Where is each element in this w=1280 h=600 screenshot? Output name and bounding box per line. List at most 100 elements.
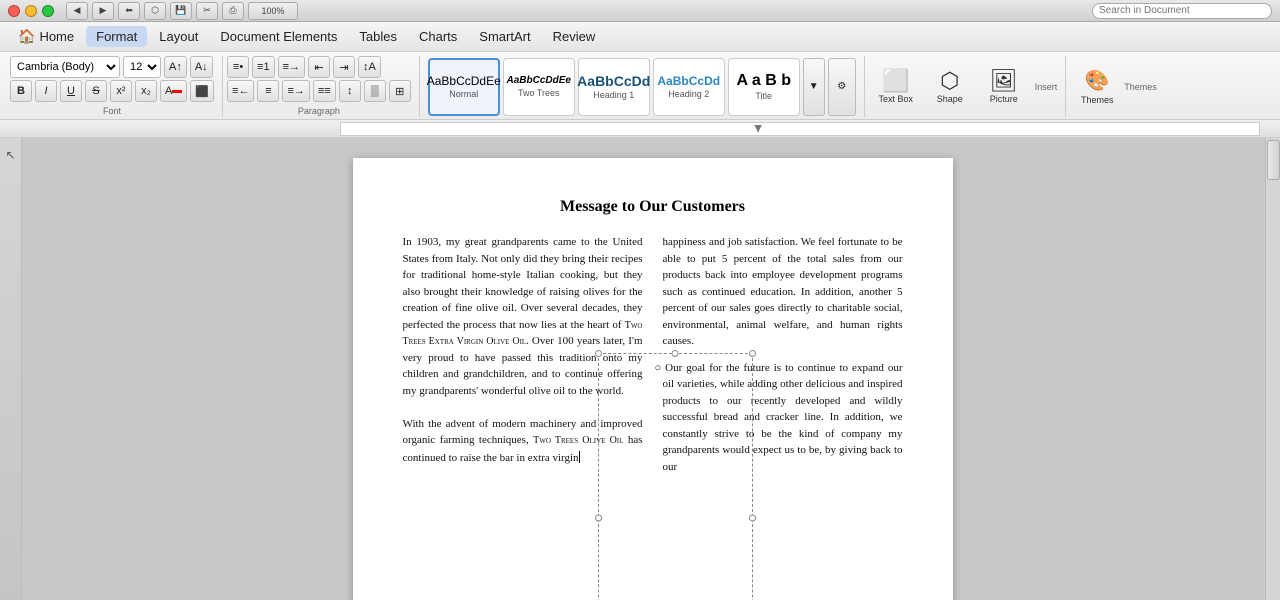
font-size-select[interactable]: 12 xyxy=(123,56,161,78)
right-para-1: happiness and job satisfaction. We feel … xyxy=(663,234,903,350)
line-spacing-button[interactable]: ↕ xyxy=(339,80,361,102)
font-grow-button[interactable]: A↑ xyxy=(164,56,187,78)
justify-button[interactable]: ≡≡ xyxy=(313,80,336,102)
menu-home[interactable]: 🏠 Home xyxy=(8,25,84,48)
insert-picture-button[interactable]: 🖼 Picture xyxy=(981,70,1027,104)
menu-review[interactable]: Review xyxy=(543,26,606,47)
italic-button[interactable]: I xyxy=(35,80,57,102)
style-title-preview: A a B b xyxy=(736,73,791,89)
ribbon-group-insert: ⬜ Text Box ⬡ Shape 🖼 Picture Insert xyxy=(865,56,1067,117)
menu-layout[interactable]: Layout xyxy=(149,26,208,47)
toolbar-icon-5[interactable]: 💾 xyxy=(170,2,192,20)
sort-button[interactable]: ↕A xyxy=(358,56,381,78)
font-shrink-button[interactable]: A↓ xyxy=(190,56,213,78)
paragraph-group-label: Paragraph xyxy=(227,106,411,116)
style-heading2-label: Heading 2 xyxy=(668,89,709,99)
left-toolbar: ↖ xyxy=(0,138,22,600)
decrease-indent-button[interactable]: ⇤ xyxy=(308,56,330,78)
themes-icon: 🎨 xyxy=(1085,68,1110,93)
menu-tables[interactable]: Tables xyxy=(349,26,407,47)
shading-button[interactable]: ▒ xyxy=(364,80,386,102)
right-column[interactable]: happiness and job satisfaction. We feel … xyxy=(663,234,903,485)
font-color-button[interactable]: A xyxy=(160,80,187,102)
ribbon-group-themes: 🎨 Themes Themes xyxy=(1066,56,1165,117)
search-container xyxy=(1092,3,1272,19)
align-center-button[interactable]: ≡ xyxy=(257,80,279,102)
style-normal-label: Normal xyxy=(449,89,478,99)
ruler-inner xyxy=(340,120,1260,137)
toolbar-icon-4[interactable]: ⬡ xyxy=(144,2,166,20)
toolbar-icons: ◀ ▶ ⬅ ⬡ 💾 ✂ ⎙ 100% xyxy=(66,2,298,20)
picture-label: Picture xyxy=(990,94,1018,104)
shape-icon: ⬡ xyxy=(940,70,959,92)
superscript-button[interactable]: x² xyxy=(110,80,132,102)
maximize-button[interactable] xyxy=(42,5,54,17)
font-family-select[interactable]: Cambria (Body) xyxy=(10,56,120,78)
style-two-trees-preview: AaBbCcDdEe xyxy=(507,76,571,86)
shape-label: Shape xyxy=(937,94,963,104)
ribbon-group-paragraph: ≡• ≡1 ≡→ ⇤ ⇥ ↕A ≡← ≡ ≡→ ≡≡ ↕ ▒ ⊞ Paragra… xyxy=(223,56,420,117)
text-cursor xyxy=(579,451,580,463)
style-normal-preview: AaBbCcDdEe xyxy=(427,75,501,87)
search-input[interactable] xyxy=(1092,3,1272,19)
handle-left[interactable] xyxy=(595,515,602,522)
themes-group-label: Themes xyxy=(1124,82,1157,92)
handle-right[interactable] xyxy=(749,515,756,522)
style-heading1[interactable]: AaBbCcDd Heading 1 xyxy=(578,58,650,116)
strikethrough-button[interactable]: S xyxy=(85,80,107,102)
font-group-label: Font xyxy=(10,106,214,116)
toolbar-icon-2[interactable]: ▶ xyxy=(92,2,114,20)
toolbar-icon-1[interactable]: ◀ xyxy=(66,2,88,20)
menu-document-elements[interactable]: Document Elements xyxy=(210,26,347,47)
style-title[interactable]: A a B b Title xyxy=(728,58,800,116)
paragraph-row-1: ≡• ≡1 ≡→ ⇤ ⇥ ↕A xyxy=(227,56,411,78)
style-two-trees-label: Two Trees xyxy=(518,88,560,98)
underline-button[interactable]: U xyxy=(60,80,82,102)
bullets-button[interactable]: ≡• xyxy=(227,56,249,78)
menu-format[interactable]: Format xyxy=(86,26,147,47)
style-normal[interactable]: AaBbCcDdEe Normal xyxy=(428,58,500,116)
right-para-2: ○ Our goal for the future is to continue… xyxy=(663,360,903,476)
zoom-display[interactable]: 100% xyxy=(248,2,298,20)
menu-bar: 🏠 Home Format Layout Document Elements T… xyxy=(0,22,1280,52)
toolbar-icon-3[interactable]: ⬅ xyxy=(118,2,140,20)
left-column[interactable]: In 1903, my great grandparents came to t… xyxy=(403,234,643,485)
borders-button[interactable]: ⊞ xyxy=(389,80,411,102)
style-two-trees[interactable]: AaBbCcDdEe Two Trees xyxy=(503,58,575,116)
font-row-1: Cambria (Body) 12 A↑ A↓ xyxy=(10,56,214,78)
numbering-button[interactable]: ≡1 xyxy=(252,56,275,78)
styles-more-button[interactable]: ▼ xyxy=(803,58,825,116)
ribbon: Cambria (Body) 12 A↑ A↓ B I U S x² x₂ A … xyxy=(0,52,1280,120)
minimize-button[interactable] xyxy=(25,5,37,17)
menu-smartart[interactable]: SmartArt xyxy=(469,26,540,47)
insert-textbox-button[interactable]: ⬜ Text Box xyxy=(873,70,919,104)
brand-name-2: Two Trees Olive Oil xyxy=(533,435,623,446)
document-title: Message to Our Customers xyxy=(403,198,903,216)
left-tool-pointer[interactable]: ↖ xyxy=(3,146,17,164)
themes-label: Themes xyxy=(1081,95,1114,105)
document-area: ↖ Message to Our Customers In 1903, my g… xyxy=(0,138,1280,600)
align-right-button[interactable]: ≡→ xyxy=(282,80,309,102)
align-left-button[interactable]: ≡← xyxy=(227,80,254,102)
highlight-button[interactable]: ⬛ xyxy=(190,80,214,102)
list-button[interactable]: ≡→ xyxy=(278,56,305,78)
styles-options-button[interactable]: ⚙ xyxy=(828,58,856,116)
close-button[interactable] xyxy=(8,5,20,17)
scroll-thumb[interactable] xyxy=(1267,140,1280,180)
increase-indent-button[interactable]: ⇥ xyxy=(333,56,355,78)
style-title-label: Title xyxy=(755,91,772,101)
subscript-button[interactable]: x₂ xyxy=(135,80,157,102)
style-heading2[interactable]: AaBbCcDd Heading 2 xyxy=(653,58,725,116)
bold-button[interactable]: B xyxy=(10,80,32,102)
paragraph-row-2: ≡← ≡ ≡→ ≡≡ ↕ ▒ ⊞ xyxy=(227,80,411,102)
window-controls xyxy=(8,5,54,17)
themes-button[interactable]: 🎨 Themes xyxy=(1074,68,1120,105)
picture-icon: 🖼 xyxy=(990,70,1018,92)
toolbar-icon-7[interactable]: ⎙ xyxy=(222,2,244,20)
ruler xyxy=(0,120,1280,138)
toolbar-icon-6[interactable]: ✂ xyxy=(196,2,218,20)
ruler-marker-center xyxy=(754,125,762,133)
insert-shape-button[interactable]: ⬡ Shape xyxy=(927,70,973,104)
menu-charts[interactable]: Charts xyxy=(409,26,467,47)
style-heading1-preview: AaBbCcDd xyxy=(577,74,650,88)
